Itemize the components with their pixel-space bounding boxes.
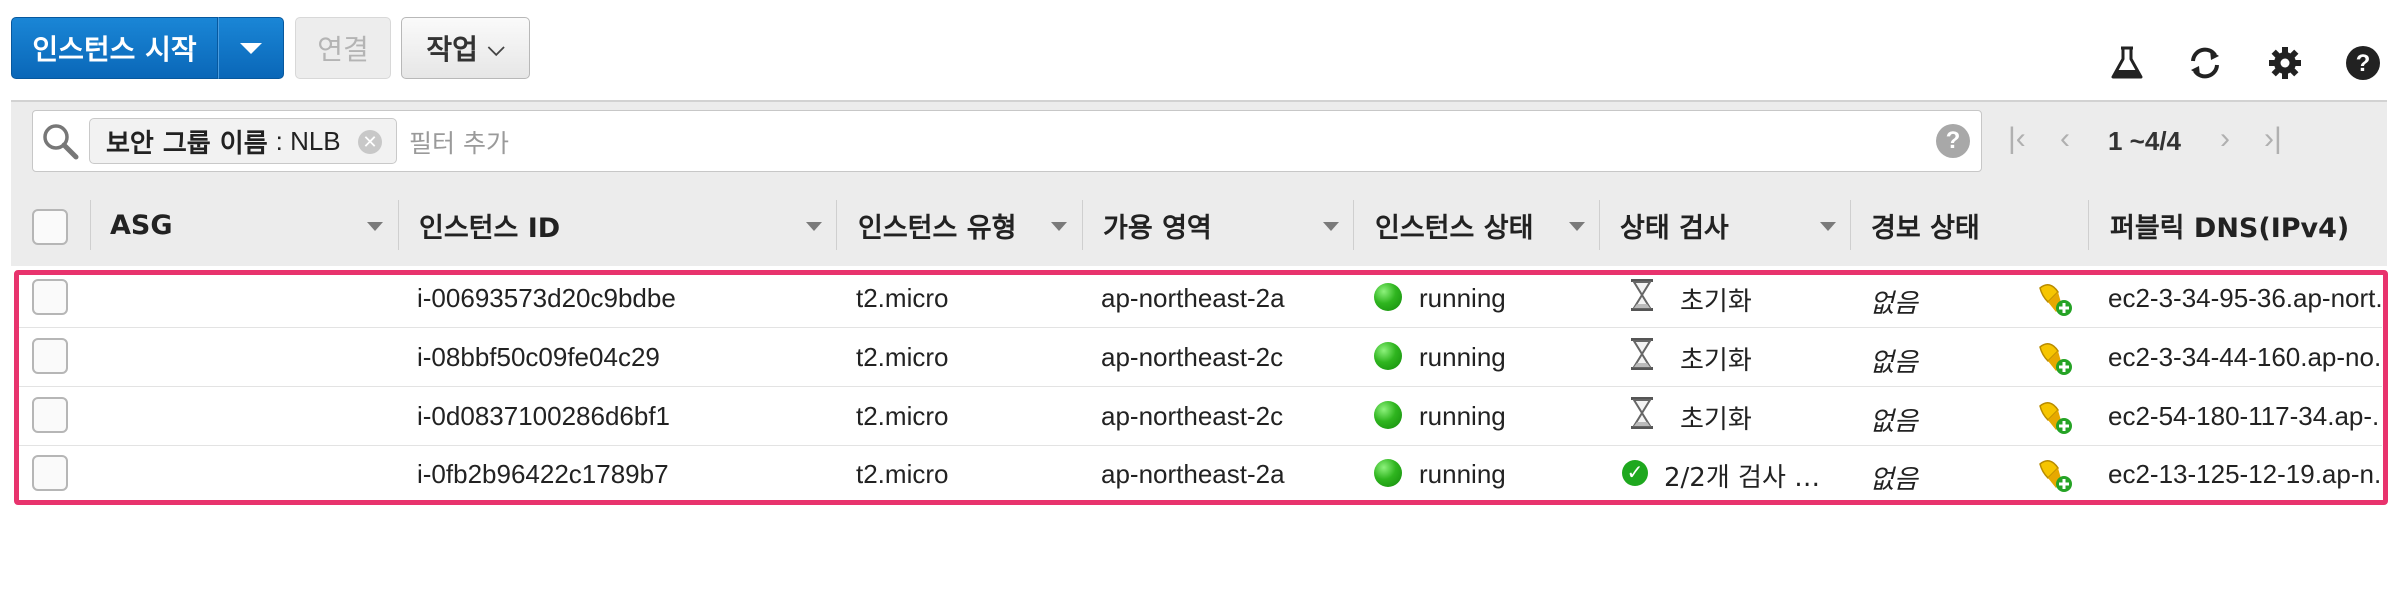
pagination-range: 1 ~4/4 <box>2108 126 2182 156</box>
filter-help-icon[interactable]: ? <box>1936 124 1970 158</box>
column-header-instance-id[interactable]: 인스턴스 ID <box>419 192 560 258</box>
column-header-alarm-status[interactable]: 경보 상태 <box>1871 192 1980 258</box>
launch-instance-button[interactable]: 인스턴스 시작 <box>11 17 218 79</box>
launch-dropdown-button[interactable] <box>218 17 284 79</box>
chevron-down-icon: ⌵ <box>487 35 505 61</box>
sort-caret-icon[interactable] <box>1051 222 1067 231</box>
sort-caret-icon[interactable] <box>367 222 383 231</box>
gear-icon[interactable] <box>2266 44 2304 82</box>
filter-tag-key: 보안 그룹 이름 <box>106 128 268 159</box>
actions-label: 작업 <box>426 33 478 66</box>
column-divider <box>90 200 91 250</box>
svg-text:?: ? <box>2356 50 2371 77</box>
next-page-icon[interactable]: › <box>2220 122 2230 156</box>
column-divider <box>1599 200 1600 250</box>
search-icon <box>43 124 79 160</box>
remove-tag-icon[interactable]: ✕ <box>358 130 382 154</box>
last-page-icon[interactable]: ›| <box>2264 122 2282 156</box>
column-header-availability-zone[interactable]: 가용 영역 <box>1103 192 1212 258</box>
column-header-instance-state[interactable]: 인스턴스 상태 <box>1375 192 1533 258</box>
help-icon[interactable]: ? <box>2344 44 2382 82</box>
filter-tag[interactable]: 보안 그룹 이름 : NLB ✕ <box>89 118 397 164</box>
column-divider <box>1082 200 1083 250</box>
connect-button: 연결 <box>295 17 391 79</box>
column-header-instance-type[interactable]: 인스턴스 유형 <box>858 192 1016 258</box>
filter-tag-value: : NLB <box>275 125 341 156</box>
column-header-asg[interactable]: ASG <box>110 192 173 258</box>
flask-icon[interactable] <box>2108 44 2146 82</box>
sort-caret-icon[interactable] <box>1820 222 1836 231</box>
select-all-checkbox[interactable] <box>32 209 68 245</box>
filter-placeholder: 필터 추가 <box>409 129 509 158</box>
actions-button[interactable]: 작업 ⌵ <box>401 17 530 79</box>
rows-highlight-box <box>14 270 2388 505</box>
column-divider <box>1353 200 1354 250</box>
caret-down-icon <box>240 42 262 54</box>
column-header-status-checks[interactable]: 상태 검사 <box>1620 192 1729 258</box>
sort-caret-icon[interactable] <box>1323 222 1339 231</box>
column-divider <box>2088 200 2089 250</box>
launch-instance-label: 인스턴스 시작 <box>32 33 197 66</box>
column-divider <box>398 200 399 250</box>
sort-caret-icon[interactable] <box>806 222 822 231</box>
sort-caret-icon[interactable] <box>1569 222 1585 231</box>
connect-label: 연결 <box>317 33 369 66</box>
refresh-icon[interactable] <box>2186 44 2224 82</box>
prev-page-icon[interactable]: ‹ <box>2060 122 2070 156</box>
first-page-icon[interactable]: |‹ <box>2008 122 2026 156</box>
column-header-public-dns[interactable]: 퍼블릭 DNS(IPv4) <box>2110 192 2349 258</box>
column-divider <box>836 200 837 250</box>
column-divider <box>1850 200 1851 250</box>
